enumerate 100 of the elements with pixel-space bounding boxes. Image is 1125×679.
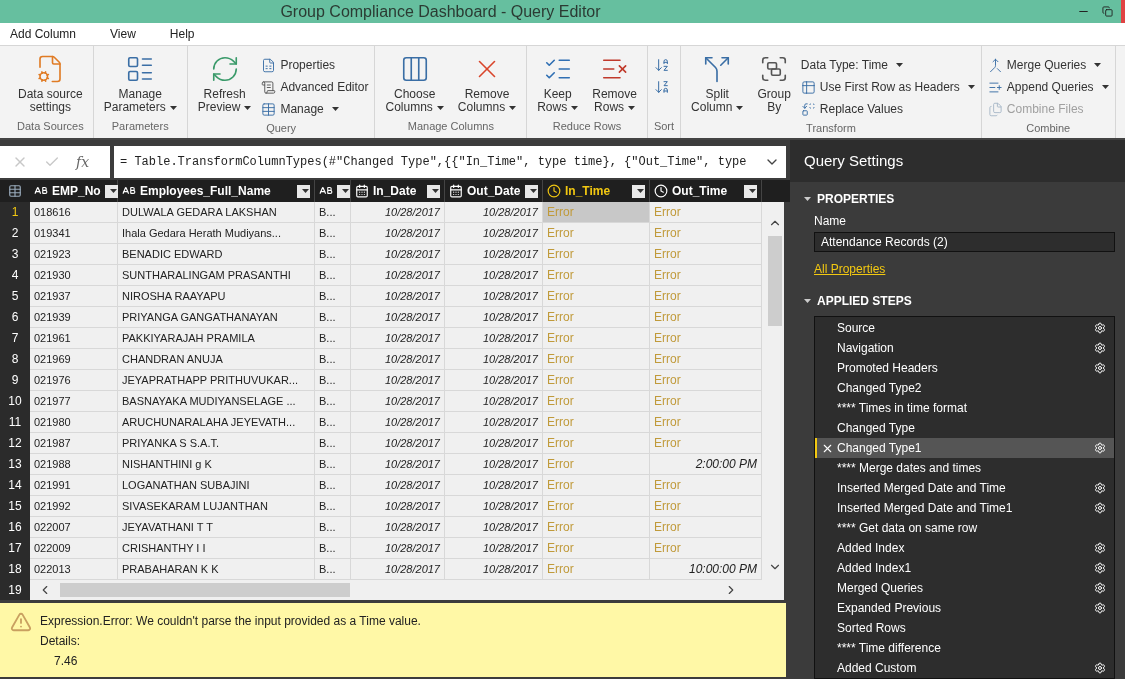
- table-menu-icon[interactable]: [8, 184, 22, 198]
- settings-icon[interactable]: [1094, 542, 1106, 554]
- calendar-icon: [355, 184, 369, 198]
- applied-step[interactable]: Expanded Previous: [815, 598, 1114, 618]
- row-number: 3: [0, 244, 30, 265]
- caret-icon: [895, 63, 903, 67]
- menu-tab[interactable]: Help: [159, 23, 205, 45]
- warning-icon: [10, 611, 32, 633]
- step-label: Navigation: [837, 340, 895, 357]
- settings-icon[interactable]: [1094, 562, 1106, 574]
- details-label: Details:: [40, 633, 81, 650]
- details-value: 7.46: [53, 653, 79, 670]
- applied-step[interactable]: Changed Type: [815, 418, 1114, 438]
- row-number: 10: [0, 391, 30, 412]
- caret-icon: [804, 299, 811, 303]
- ribbon-button[interactable]: Refresh Preview: [193, 50, 256, 114]
- caret-icon: [637, 189, 644, 193]
- applied-step[interactable]: Added Index1: [815, 558, 1114, 578]
- step-label: Inserted Merged Date and Time1: [837, 500, 1014, 517]
- settings-icon[interactable]: [1094, 602, 1106, 614]
- ribbon-button[interactable]: Remove Columns: [453, 50, 521, 114]
- filter-button[interactable]: [525, 184, 538, 198]
- ribbon-button[interactable]: Split Column: [687, 50, 748, 114]
- filter-button[interactable]: [337, 184, 350, 198]
- settings-icon[interactable]: [1094, 662, 1106, 674]
- ribbon-button[interactable]: Group By: [753, 50, 795, 114]
- filter-button[interactable]: [297, 184, 310, 198]
- step-label: Added Custom: [837, 660, 918, 677]
- applied-step[interactable]: Added Index: [815, 538, 1114, 558]
- group-label: Reduce Rows: [551, 118, 623, 134]
- ribbon-button[interactable]: Advanced Editor: [261, 76, 369, 98]
- sort-ascending-icon: [653, 57, 670, 73]
- row-number: 5: [0, 286, 30, 307]
- caret-icon: [109, 189, 117, 193]
- ribbon-button[interactable]: Properties: [261, 54, 369, 76]
- section-heading[interactable]: APPLIED STEPS: [817, 292, 912, 310]
- applied-step[interactable]: **** Get data on same row: [815, 518, 1114, 538]
- filter-button[interactable]: [744, 184, 757, 198]
- name-field[interactable]: Attendance Records (2): [814, 232, 1115, 252]
- settings-icon[interactable]: [1094, 442, 1106, 454]
- properties-icon: [261, 57, 277, 73]
- menu-tab[interactable]: Add Column: [0, 23, 87, 45]
- caret-icon: [530, 189, 537, 193]
- ribbon-button[interactable]: Choose Columns: [381, 50, 448, 114]
- applied-step[interactable]: Changed Type2: [815, 378, 1114, 398]
- ribbon-button[interactable]: Manage: [261, 98, 369, 120]
- ribbon-button[interactable]: Use First Row as Headers: [800, 76, 975, 98]
- ribbon-button[interactable]: Merge Queries: [987, 54, 1109, 76]
- filter-button[interactable]: [104, 184, 118, 198]
- all-properties-link[interactable]: All Properties: [800, 260, 886, 278]
- step-label: Changed Type2: [837, 380, 923, 397]
- caret-icon: [302, 189, 309, 193]
- applied-step[interactable]: Inserted Merged Date and Time1: [815, 498, 1114, 518]
- settings-icon[interactable]: [1094, 322, 1106, 334]
- ribbon-button[interactable]: Data source settings: [14, 50, 87, 114]
- applied-step[interactable]: **** Merge dates and times: [815, 458, 1114, 478]
- append-icon: [987, 79, 1003, 95]
- vertical-scrollbar[interactable]: [766, 202, 784, 600]
- ribbon-button[interactable]: Append Queries: [987, 76, 1109, 98]
- settings-icon[interactable]: [1094, 582, 1106, 594]
- filter-button[interactable]: [632, 184, 645, 198]
- section-heading[interactable]: PROPERTIES: [817, 190, 895, 208]
- applied-step[interactable]: Inserted Merged Date and Time: [815, 478, 1114, 498]
- ribbon-button[interactable]: Remove Rows: [588, 50, 641, 114]
- caret-icon: [432, 189, 439, 193]
- applied-step[interactable]: Promoted Headers: [815, 358, 1114, 378]
- sort-descending-icon: [653, 79, 670, 95]
- applied-step[interactable]: **** Times in time format: [815, 398, 1114, 418]
- caret-icon: [509, 105, 517, 110]
- menu-tab[interactable]: View: [100, 23, 146, 45]
- caret-icon: [244, 105, 252, 110]
- applied-step[interactable]: Added Custom: [815, 658, 1114, 678]
- settings-icon[interactable]: [1094, 362, 1106, 374]
- formula-field[interactable]: = Table.TransformColumnTypes(#"Changed Type",{{"In_Time", type time}, {"Out_Time", type: [114, 146, 786, 178]
- scrollbar-thumb[interactable]: [60, 583, 350, 597]
- window-title: Group Compliance Dashboard - Query Editor: [279, 1, 602, 22]
- applied-step[interactable]: **** Time difference: [815, 638, 1114, 658]
- applied-step[interactable]: Navigation: [815, 338, 1114, 358]
- settings-icon[interactable]: [1094, 342, 1106, 354]
- row-number: 2: [0, 223, 30, 244]
- applied-step[interactable]: Sorted Rows: [815, 618, 1114, 638]
- applied-step[interactable]: Merged Queries: [815, 578, 1114, 598]
- row-number: 11: [0, 412, 30, 433]
- settings-icon[interactable]: [1094, 502, 1106, 514]
- caret-icon: [749, 189, 756, 193]
- ribbon-button[interactable]: Data Type: Time: [800, 54, 975, 76]
- settings-icon[interactable]: [1094, 482, 1106, 494]
- ribbon-button[interactable]: Keep Rows: [533, 50, 583, 114]
- row-number: 14: [0, 475, 30, 496]
- scrollbar-thumb[interactable]: [768, 236, 782, 326]
- table-icon: [261, 101, 277, 117]
- ribbon-button[interactable]: Manage Parameters: [99, 50, 181, 114]
- step-label: Promoted Headers: [837, 360, 939, 377]
- replace-icon: [800, 101, 816, 117]
- row-number: 7: [0, 328, 30, 349]
- applied-step[interactable]: Source: [815, 318, 1114, 338]
- merge-icon: [987, 57, 1003, 73]
- filter-button[interactable]: [427, 184, 440, 198]
- ribbon-button[interactable]: Replace Values: [800, 98, 975, 120]
- applied-step[interactable]: Changed Type1: [815, 438, 1114, 458]
